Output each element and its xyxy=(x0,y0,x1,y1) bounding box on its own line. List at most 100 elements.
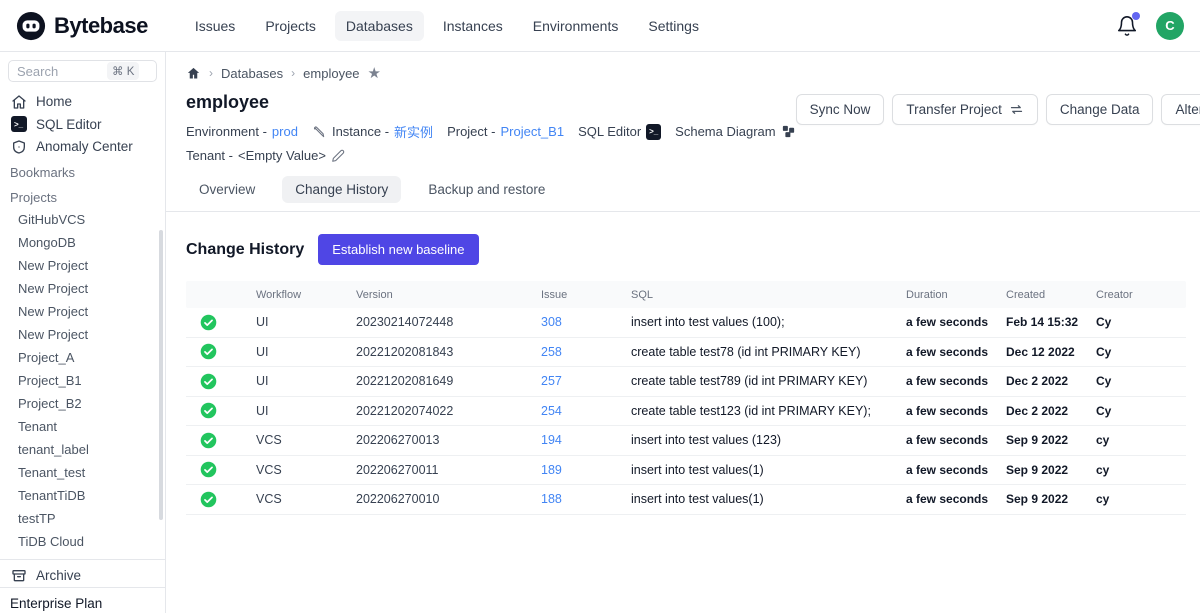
sidebar-item-sql-editor[interactable]: >_ SQL Editor xyxy=(0,113,165,136)
sidebar-item-anomaly-center[interactable]: Anomaly Center xyxy=(0,136,165,159)
sidebar-project-item[interactable]: Tenant xyxy=(0,415,165,438)
cell-created: Dec 2 2022 xyxy=(1006,404,1096,418)
change-data-button[interactable]: Change Data xyxy=(1046,94,1154,125)
nav-item-instances[interactable]: Instances xyxy=(432,11,514,41)
issue-link[interactable]: 254 xyxy=(541,404,631,418)
transfer-arrows-icon xyxy=(1009,102,1024,117)
cell-sql: create table test78 (id int PRIMARY KEY) xyxy=(631,345,906,359)
notification-bell-icon[interactable] xyxy=(1116,15,1138,37)
cell-version: 202206270011 xyxy=(356,463,541,477)
section-title: Change History xyxy=(186,241,304,259)
home-icon xyxy=(10,93,27,110)
cell-workflow: UI xyxy=(256,374,356,388)
cell-creator: Cy xyxy=(1096,315,1186,329)
search-box[interactable]: ⌘ K xyxy=(8,60,157,82)
table-row[interactable]: VCS202206270011189insert into test value… xyxy=(186,456,1186,486)
cell-created: Dec 12 2022 xyxy=(1006,345,1096,359)
breadcrumb-item-databases[interactable]: Databases xyxy=(221,66,283,81)
cell-workflow: VCS xyxy=(256,433,356,447)
sidebar-scrollbar[interactable] xyxy=(159,230,163,520)
sidebar-item-home[interactable]: Home xyxy=(0,90,165,113)
sidebar-project-item[interactable]: GitHubVCS xyxy=(0,208,165,231)
table-row[interactable]: VCS202206270010188insert into test value… xyxy=(186,485,1186,515)
sidebar-item-label: Anomaly Center xyxy=(36,139,133,154)
establish-baseline-button[interactable]: Establish new baseline xyxy=(318,234,478,265)
avatar[interactable]: C xyxy=(1156,12,1184,40)
cell-version: 202206270010 xyxy=(356,492,541,506)
issue-link[interactable]: 257 xyxy=(541,374,631,388)
cell-workflow: UI xyxy=(256,315,356,329)
cell-version: 20221202081843 xyxy=(356,345,541,359)
sidebar-project-item[interactable]: New Project xyxy=(0,277,165,300)
issue-link[interactable]: 308 xyxy=(541,315,631,329)
table-body: UI20230214072448308insert into test valu… xyxy=(186,308,1186,515)
transfer-project-button[interactable]: Transfer Project xyxy=(892,94,1038,125)
terminal-icon: >_ xyxy=(10,116,27,133)
sidebar-project-item[interactable]: New Project xyxy=(0,300,165,323)
sidebar-project-item[interactable]: Tenant_test xyxy=(0,461,165,484)
table-row[interactable]: UI20221202081649257create table test789 … xyxy=(186,367,1186,397)
cell-workflow: UI xyxy=(256,345,356,359)
breadcrumb-home-icon[interactable] xyxy=(186,66,201,81)
sidebar-item-label: SQL Editor xyxy=(36,117,102,132)
cell-creator: Cy xyxy=(1096,345,1186,359)
bytebase-logo-icon xyxy=(16,11,46,41)
col-version: Version xyxy=(356,289,541,301)
brand[interactable]: Bytebase xyxy=(16,11,148,41)
table-row[interactable]: UI20230214072448308insert into test valu… xyxy=(186,308,1186,338)
sidebar-project-item[interactable]: testTP xyxy=(0,507,165,530)
tab-backup-and-restore[interactable]: Backup and restore xyxy=(415,176,558,203)
cell-creator: Cy xyxy=(1096,404,1186,418)
project-link[interactable]: Project_B1 xyxy=(500,124,564,139)
meta-tenant: Tenant - <Empty Value> xyxy=(186,148,346,163)
search-input[interactable] xyxy=(17,64,103,79)
page-actions: Sync NowTransfer Project Change DataAlter… xyxy=(796,94,1200,125)
sidebar-project-item[interactable]: Project_B1 xyxy=(0,369,165,392)
favorite-star-icon[interactable]: ★ xyxy=(368,66,381,81)
issue-link[interactable]: 189 xyxy=(541,463,631,477)
issue-link[interactable]: 194 xyxy=(541,433,631,447)
nav-item-databases[interactable]: Databases xyxy=(335,11,424,41)
alter-schema-button[interactable]: Alter Schema xyxy=(1161,94,1200,125)
meta-schema-diagram[interactable]: Schema Diagram xyxy=(675,124,795,139)
cell-workflow: UI xyxy=(256,404,356,418)
shield-icon xyxy=(10,138,27,155)
cell-creator: Cy xyxy=(1096,374,1186,388)
table-row[interactable]: UI20221202074022254create table test123 … xyxy=(186,397,1186,427)
cell-version: 20221202074022 xyxy=(356,404,541,418)
sidebar-project-item[interactable]: TiDB Cloud xyxy=(0,530,165,553)
edit-pencil-icon[interactable] xyxy=(331,148,346,163)
project-list: GitHubVCSMongoDBNew ProjectNew ProjectNe… xyxy=(0,208,165,553)
sidebar-project-item[interactable]: Project_A xyxy=(0,346,165,369)
tab-overview[interactable]: Overview xyxy=(186,176,268,203)
top-nav: Bytebase Issues Projects Databases Instance… xyxy=(0,0,1200,52)
sidebar-project-item[interactable]: MongoDB xyxy=(0,231,165,254)
issue-link[interactable]: 258 xyxy=(541,345,631,359)
archive-icon xyxy=(10,567,27,584)
tenant-label: Tenant - xyxy=(186,148,233,163)
environment-link[interactable]: prod xyxy=(272,124,298,139)
tab-bar: Overview Change History Backup and restore xyxy=(166,170,1200,212)
sync-now-button[interactable]: Sync Now xyxy=(796,94,885,125)
sidebar-item-archive[interactable]: Archive xyxy=(0,564,165,587)
sidebar-project-item[interactable]: New Project xyxy=(0,254,165,277)
pen-icon xyxy=(312,124,327,139)
nav-item-settings[interactable]: Settings xyxy=(637,11,710,41)
search-shortcut-badge: ⌘ K xyxy=(107,62,139,80)
breadcrumb-item-employee[interactable]: employee xyxy=(303,66,359,81)
nav-item-issues[interactable]: Issues xyxy=(184,11,246,41)
nav-item-environments[interactable]: Environments xyxy=(522,11,630,41)
table-row[interactable]: UI20221202081843258create table test78 (… xyxy=(186,338,1186,368)
tab-change-history[interactable]: Change History xyxy=(282,176,401,203)
sidebar-project-item[interactable]: Project_B2 xyxy=(0,392,165,415)
sidebar-project-item[interactable]: tenant_label xyxy=(0,438,165,461)
sidebar-project-item[interactable]: TenantTiDB xyxy=(0,484,165,507)
issue-link[interactable]: 188 xyxy=(541,492,631,506)
status-done-icon xyxy=(186,373,256,390)
status-done-icon xyxy=(186,343,256,360)
sidebar-project-item[interactable]: New Project xyxy=(0,323,165,346)
meta-sql-editor[interactable]: SQL Editor >_ xyxy=(578,124,661,139)
table-row[interactable]: VCS202206270013194insert into test value… xyxy=(186,426,1186,456)
nav-item-projects[interactable]: Projects xyxy=(254,11,327,41)
instance-link[interactable]: 新实例 xyxy=(394,122,433,141)
